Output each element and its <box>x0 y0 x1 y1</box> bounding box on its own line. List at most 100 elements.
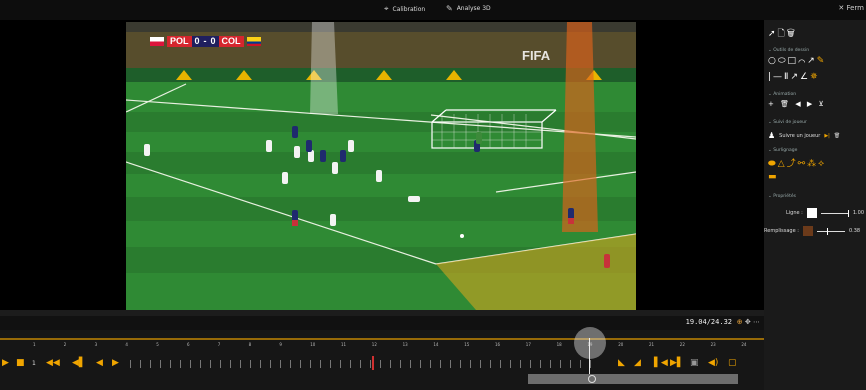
angle-icon[interactable]: ∠ <box>800 72 810 82</box>
frame-tick[interactable] <box>490 360 491 368</box>
timeline-ruler[interactable]: 123456789101112131415161718192021222324 <box>0 342 764 354</box>
pointer-icon[interactable]: ➚ <box>768 29 778 39</box>
curve-icon[interactable]: ↗ <box>807 56 817 66</box>
timeline[interactable]: 123456789101112131415161718192021222324 … <box>0 327 764 390</box>
tab-calibration[interactable]: ⌖ Calibration <box>384 4 425 14</box>
section-drawing-tools[interactable]: ⌄ Outils de dessin <box>768 48 809 53</box>
frame-tick[interactable] <box>370 360 371 368</box>
scroll-handle[interactable] <box>588 375 596 383</box>
arrow-icon[interactable]: ↗ <box>790 72 800 82</box>
frame-tick[interactable] <box>320 360 321 368</box>
next-keyframe-icon[interactable]: ▶ <box>807 100 814 108</box>
go-start-icon[interactable]: ▌◀ <box>654 358 668 368</box>
frame-tick[interactable] <box>240 360 241 368</box>
frame-tick[interactable] <box>190 360 191 368</box>
frame-tick[interactable] <box>250 360 251 368</box>
tab-analyse-3d[interactable]: ✎ Analyse 3D <box>446 4 491 13</box>
frame-tick[interactable] <box>160 360 161 368</box>
move-icon[interactable]: ✥ <box>745 318 751 326</box>
frame-tick[interactable] <box>280 360 281 368</box>
link-icon[interactable]: ⚯ <box>798 159 808 169</box>
frame-tick[interactable] <box>140 360 141 368</box>
horizontal-line-icon[interactable]: — <box>773 72 784 82</box>
section-highlight[interactable]: ⌄ Surlignage <box>768 148 797 153</box>
prev-keyframe-icon[interactable]: ◀ <box>795 100 802 108</box>
frame-ticks[interactable] <box>130 358 600 370</box>
frame-tick[interactable] <box>170 360 171 368</box>
pencil-icon[interactable]: ✎ <box>817 56 827 66</box>
section-tracking[interactable]: ⌄ Suivi de joueur <box>768 120 807 125</box>
frame-tick[interactable] <box>580 360 581 368</box>
in-point-icon[interactable]: ◣ <box>618 358 625 368</box>
group-icon[interactable]: ⁂ <box>807 159 818 169</box>
frame-tick[interactable] <box>450 360 451 368</box>
next-frame-icon[interactable]: ▶ <box>112 358 119 368</box>
frame-tick[interactable] <box>420 360 421 368</box>
frame-tick[interactable] <box>310 360 311 368</box>
frame-tick[interactable] <box>380 360 381 368</box>
frame-tick[interactable] <box>180 360 181 368</box>
new-page-icon[interactable]: 🗋 <box>778 29 787 39</box>
crosshair-icon[interactable]: ⊕ <box>737 318 743 326</box>
track-delete-icon[interactable]: 🗑 <box>834 133 840 139</box>
comment-icon[interactable]: ▬ <box>768 172 779 182</box>
add-keyframe-icon[interactable]: + <box>768 100 776 108</box>
timeline-scrollbar[interactable] <box>528 374 738 384</box>
more-icon[interactable]: ⋯ <box>753 318 760 326</box>
stop-icon[interactable]: ■ <box>16 358 25 368</box>
frame-tick[interactable] <box>350 360 351 368</box>
track-player-button[interactable]: Suivre un joueur <box>779 133 820 139</box>
frame-tick[interactable] <box>540 360 541 368</box>
frame-tick[interactable] <box>480 360 481 368</box>
fill-color-swatch[interactable] <box>802 226 813 236</box>
frame-tick[interactable] <box>570 360 571 368</box>
snapshot-icon[interactable]: ▣ <box>690 358 699 368</box>
track-forward-icon[interactable]: ▶| <box>824 133 830 139</box>
frame-tick[interactable] <box>130 360 131 368</box>
frame-tick[interactable] <box>210 360 211 368</box>
line-color-swatch[interactable] <box>806 208 817 218</box>
frame-tick[interactable] <box>530 360 531 368</box>
frame-tick[interactable] <box>340 360 341 368</box>
section-animation[interactable]: ⌄ Animation <box>768 92 796 97</box>
frame-tick[interactable] <box>400 360 401 368</box>
delete-keyframe-icon[interactable]: 🗑 <box>780 100 791 108</box>
volume-icon[interactable]: ◀) <box>708 358 718 368</box>
trash-icon[interactable]: 🗑 <box>787 29 797 39</box>
frame-tick[interactable] <box>360 360 361 368</box>
frame-tick[interactable] <box>560 360 561 368</box>
frame-tick[interactable] <box>430 360 431 368</box>
frame-tick[interactable] <box>300 360 301 368</box>
cone-icon[interactable]: △ <box>778 159 787 169</box>
video-viewport[interactable]: POL 0 - 0 COL FIFA <box>0 20 764 310</box>
go-end-icon[interactable]: ▶▌ <box>670 358 684 368</box>
close-button[interactable]: ✕ Ferm <box>838 4 864 12</box>
speed-label[interactable]: 1 <box>32 360 36 367</box>
frame-tick[interactable] <box>460 360 461 368</box>
rewind-icon[interactable]: ◀◀ <box>46 358 60 368</box>
arc-icon[interactable]: ⌒ <box>798 56 807 66</box>
step-back-icon[interactable]: ◀▌ <box>72 358 86 368</box>
frame-tick[interactable] <box>410 360 411 368</box>
path-icon[interactable]: ⤴ <box>787 159 798 169</box>
spotlight-ellipse-icon[interactable]: ⬬ <box>768 159 778 169</box>
rectangle-icon[interactable]: □ <box>788 56 799 66</box>
fullscreen-icon[interactable]: ▢ <box>728 358 737 368</box>
frame-tick[interactable] <box>470 360 471 368</box>
video-frame[interactable]: POL 0 - 0 COL FIFA <box>126 22 636 310</box>
frame-tick[interactable] <box>510 360 511 368</box>
frame-tick[interactable] <box>440 360 441 368</box>
frame-tick[interactable] <box>200 360 201 368</box>
spray-icon[interactable]: ✵ <box>810 72 820 82</box>
fill-slider[interactable] <box>816 227 845 235</box>
frame-tick[interactable] <box>390 360 391 368</box>
frame-tick[interactable] <box>330 360 331 368</box>
ellipse-icon[interactable]: ⬭ <box>778 56 788 66</box>
out-point-icon[interactable]: ◢ <box>634 358 641 368</box>
timecode-tools[interactable]: ⊕ ✥ ⋯ <box>737 318 760 326</box>
frame-tick[interactable] <box>520 360 521 368</box>
frame-tick[interactable] <box>590 360 591 368</box>
frame-tick[interactable] <box>220 360 221 368</box>
frame-tick[interactable] <box>290 360 291 368</box>
prev-frame-icon[interactable]: ◀ <box>96 358 103 368</box>
